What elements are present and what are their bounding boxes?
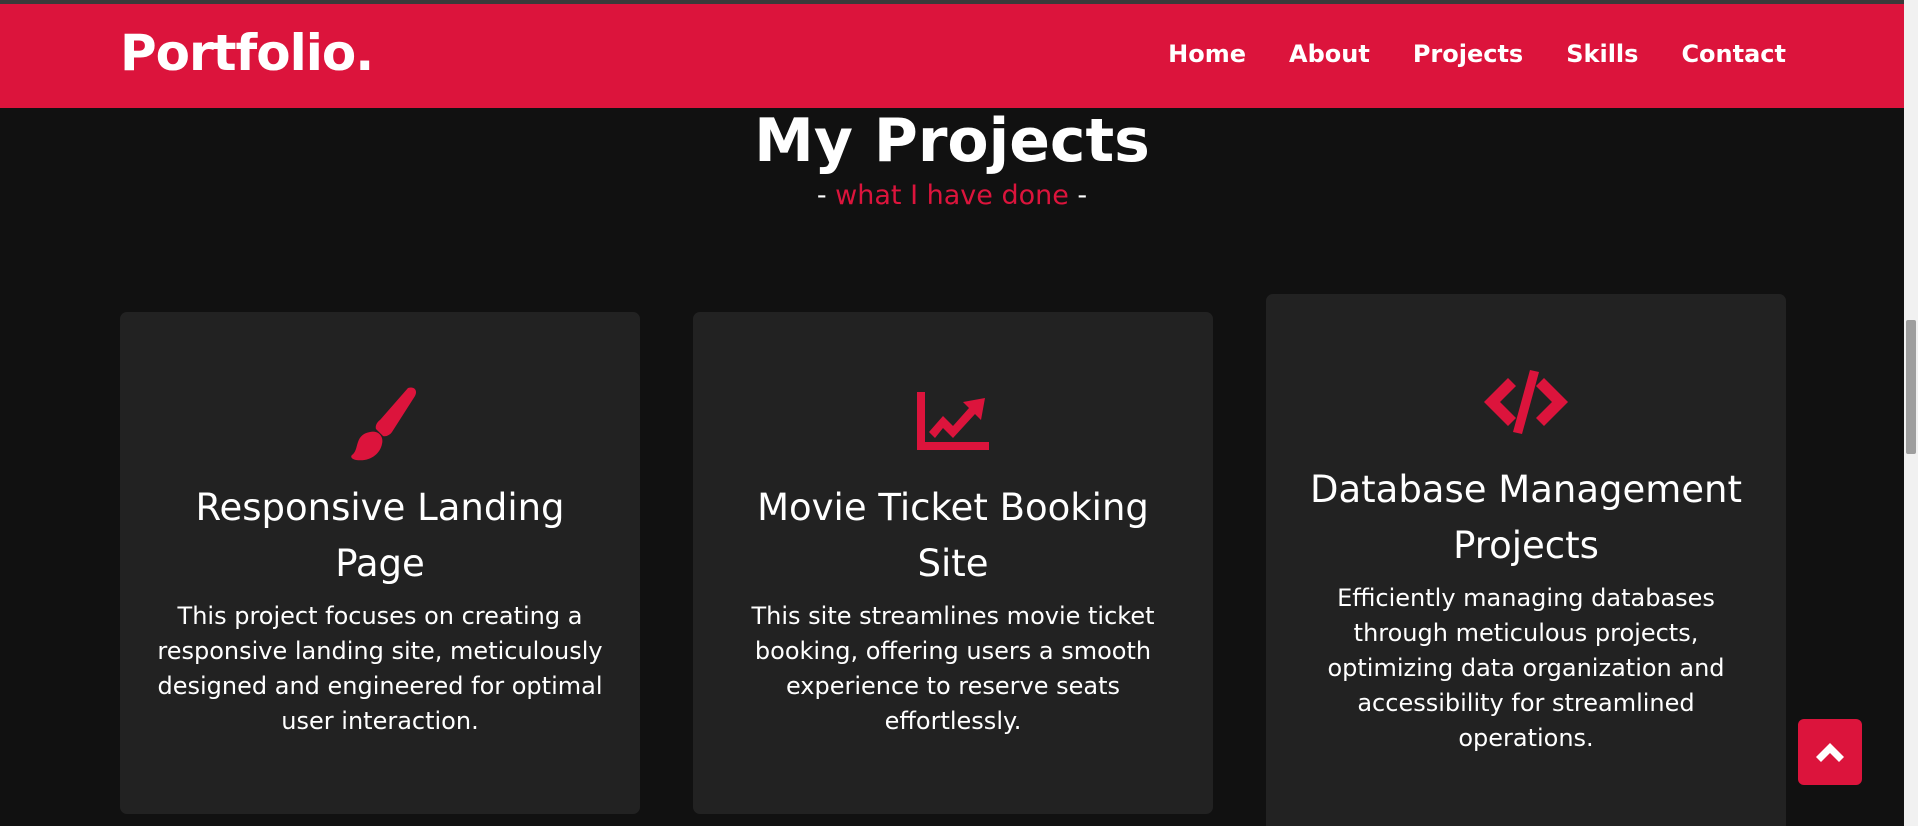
logo[interactable]: Portfolio. bbox=[120, 24, 374, 82]
project-title: Responsive Landing Page bbox=[195, 486, 565, 585]
chevron-up-icon bbox=[1816, 743, 1844, 762]
nav-link-home[interactable]: Home bbox=[1168, 40, 1246, 68]
chart-line-icon bbox=[693, 390, 1213, 452]
subtitle-dash-left: - bbox=[816, 180, 827, 211]
nav-link-skills[interactable]: Skills bbox=[1566, 40, 1638, 68]
section-title: My Projects bbox=[754, 106, 1150, 176]
nav-link-about[interactable]: About bbox=[1289, 40, 1370, 68]
project-title: Database Management Projects bbox=[1309, 468, 1743, 567]
scroll-to-top-button[interactable] bbox=[1798, 719, 1862, 785]
project-title: Movie Ticket Booking Site bbox=[757, 486, 1149, 585]
project-description: This project focuses on creating a respo… bbox=[157, 602, 603, 735]
project-card-landing-page[interactable]: Responsive Landing Page This project foc… bbox=[120, 312, 640, 814]
page: Portfolio. Home About Projects Skills Co… bbox=[0, 0, 1918, 826]
paint-brush-icon bbox=[120, 384, 640, 464]
subtitle-accent: what I have done bbox=[835, 180, 1069, 211]
project-description: This site streamlines movie ticket booki… bbox=[751, 602, 1155, 735]
code-icon bbox=[1266, 370, 1786, 434]
nav-link-contact[interactable]: Contact bbox=[1681, 40, 1786, 68]
subtitle-dash-right: - bbox=[1077, 180, 1088, 211]
section-subtitle: - what I have done - bbox=[0, 180, 1904, 211]
project-card-database[interactable]: Database Management Projects Efficiently… bbox=[1266, 294, 1786, 826]
project-description: Efficiently managing databases through m… bbox=[1327, 584, 1725, 752]
nav-links: Home About Projects Skills Contact bbox=[1125, 40, 1786, 68]
scrollbar-thumb[interactable] bbox=[1906, 320, 1916, 454]
project-card-movie-booking[interactable]: Movie Ticket Booking Site This site stre… bbox=[693, 312, 1213, 814]
nav-link-projects[interactable]: Projects bbox=[1413, 40, 1523, 68]
navbar: Portfolio. Home About Projects Skills Co… bbox=[0, 4, 1904, 108]
